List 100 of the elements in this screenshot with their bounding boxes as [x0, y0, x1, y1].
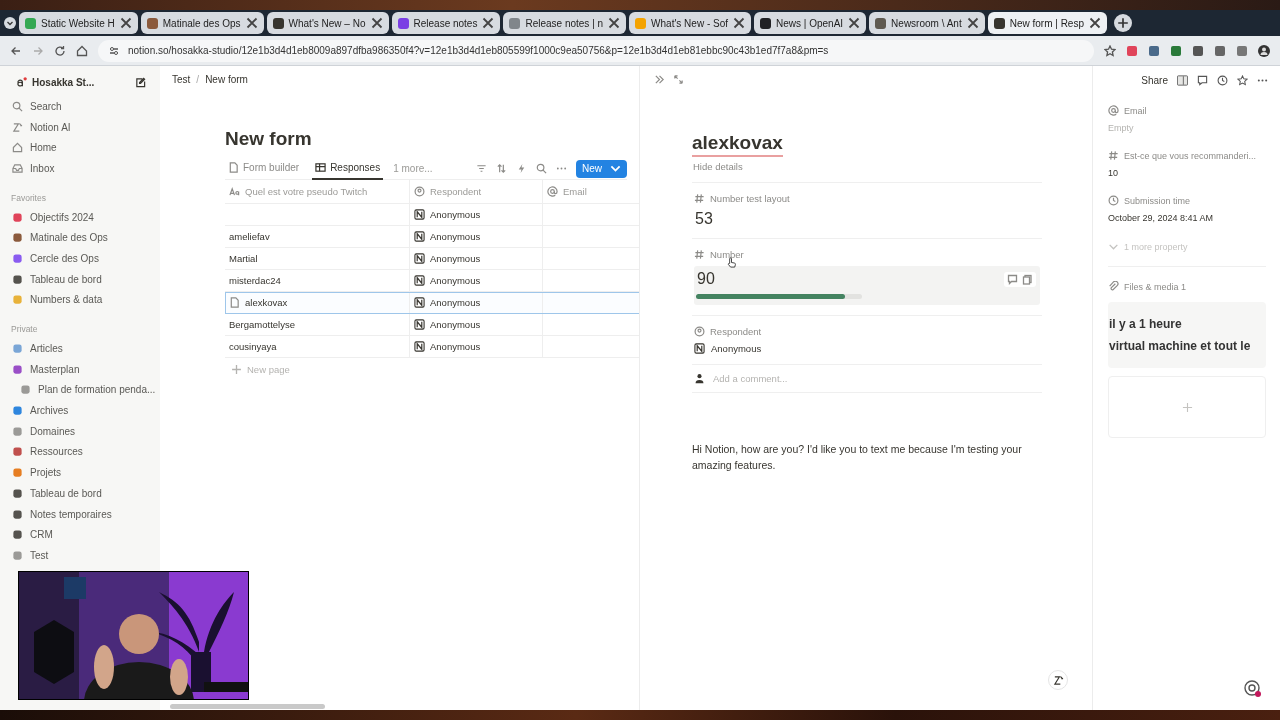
tab-title: New form | Resp [1009, 17, 1084, 29]
sidebar-item[interactable]: Masterplan [0, 358, 160, 380]
back-icon[interactable] [10, 44, 22, 57]
lightning-icon[interactable] [516, 163, 527, 174]
notion-logo-icon [414, 297, 425, 308]
browser-tab[interactable]: New form | Resp [987, 12, 1107, 34]
browser-tab[interactable]: Release notes | n [503, 12, 627, 34]
reload-icon[interactable] [54, 44, 66, 57]
cell-text: Martial [229, 253, 258, 264]
sidebar-item[interactable]: Projets [0, 462, 160, 483]
tab-list-icon[interactable] [4, 17, 16, 29]
breadcrumb-link[interactable]: New form [205, 74, 248, 85]
extension-icon[interactable] [1170, 44, 1182, 57]
browser-tab[interactable]: Release notes [391, 12, 501, 34]
sidebar-item[interactable]: Search [0, 96, 160, 117]
extension-icon[interactable] [1214, 44, 1226, 57]
sidebar-item[interactable]: Home [0, 137, 160, 159]
sidebar-item[interactable]: Notes temporaires [0, 503, 160, 525]
close-icon[interactable] [733, 17, 746, 29]
property-value[interactable]: 10 [1108, 168, 1280, 178]
file-thumbnail[interactable]: il y a 1 heure virtual machine et tout le [1108, 302, 1266, 368]
sidebar-item[interactable]: Plan de formation penda... [0, 379, 160, 401]
property-label: Submission time [1124, 195, 1191, 206]
tab-title: Matinale des Ops [162, 17, 241, 29]
workspace-logo-icon [16, 76, 27, 88]
close-icon[interactable] [966, 17, 979, 29]
extension-icon[interactable] [1126, 44, 1138, 57]
collapse-icon[interactable] [654, 74, 665, 85]
tab-title: Static Website H [41, 17, 115, 29]
sidebar-item[interactable]: Tableau de bord [0, 483, 160, 504]
close-icon[interactable] [482, 17, 495, 29]
close-icon[interactable] [119, 17, 132, 29]
browser-tab[interactable]: Matinale des Ops [140, 12, 264, 34]
notion-logo-icon [414, 319, 425, 330]
assistant-icon[interactable] [1242, 678, 1262, 698]
extension-icon[interactable] [1236, 44, 1248, 57]
side-peek-icon[interactable] [1177, 74, 1188, 86]
extension-icon[interactable] [1148, 44, 1160, 57]
copy-icon[interactable] [1022, 274, 1033, 285]
sort-icon[interactable] [496, 163, 507, 174]
hide-details-link[interactable]: Hide details [692, 161, 1042, 172]
sidebar-item[interactable]: Tableau de bord [0, 268, 160, 290]
filter-icon[interactable] [476, 163, 487, 174]
selected-row[interactable]: alexkovax Anonymous [225, 292, 639, 314]
extension-icon[interactable] [1192, 44, 1204, 57]
close-icon[interactable] [370, 17, 383, 29]
chevron-down-icon [610, 163, 621, 174]
new-page-icon[interactable] [135, 76, 146, 88]
close-icon[interactable] [1089, 17, 1101, 29]
text-property-icon [229, 186, 240, 197]
new-button[interactable]: New [576, 159, 627, 178]
sidebar-item[interactable]: Cercle des Ops [0, 248, 160, 269]
sidebar-item[interactable]: Notion AI [0, 116, 160, 138]
history-icon[interactable] [1217, 74, 1228, 86]
share-button[interactable]: Share [1141, 74, 1168, 86]
scrollbar[interactable] [170, 704, 325, 709]
sidebar-item[interactable]: Test [0, 545, 160, 566]
page-title: New form [225, 128, 313, 150]
sidebar-item[interactable]: Archives [0, 400, 160, 421]
site-settings-icon [108, 44, 120, 57]
profile-avatar-icon[interactable] [1258, 44, 1270, 57]
property-value[interactable]: October 29, 2024 8:41 AM [1108, 213, 1280, 223]
expand-icon[interactable] [673, 74, 684, 85]
sidebar-item[interactable]: Articles [0, 338, 160, 359]
property-label: Respondent [710, 326, 762, 337]
bookmark-star-icon[interactable] [1104, 44, 1116, 57]
browser-tab[interactable]: What's New - Sof [629, 12, 752, 34]
property-value: Anonymous [711, 343, 762, 354]
address-bar[interactable]: notion.so/hosakka-studio/12e1b3d4d1eb8009a897dfba986350f4?v=12e1b3d4d1eb805599f1000c9ea50756&p=12e1b3d4d1eb81ebbc90c43b1ed7f7a8&pm=s [98, 39, 1094, 62]
close-icon[interactable] [848, 17, 861, 29]
close-icon[interactable] [608, 17, 621, 29]
sidebar-item[interactable]: Ressources [0, 441, 160, 463]
search-icon[interactable] [536, 163, 547, 174]
sidebar-item[interactable]: Objectifs 2024 [0, 206, 160, 228]
browser-tab[interactable]: News | OpenAI [754, 12, 867, 34]
cell-text: alexkovax [245, 297, 288, 308]
browser-tab[interactable]: Static Website H [19, 12, 138, 34]
property-field[interactable]: 90 [694, 266, 1040, 305]
workspace-name[interactable]: Hosakka St... [32, 76, 130, 88]
sidebar-item[interactable]: Domaines [0, 420, 160, 442]
record-title: alexkovax [692, 132, 783, 157]
comment-icon[interactable] [1007, 274, 1018, 285]
new-tab-button[interactable] [1114, 14, 1132, 32]
home-icon[interactable] [76, 44, 88, 57]
at-icon [547, 186, 558, 197]
view-tab[interactable]: Responses [312, 157, 384, 180]
user-avatar-icon [694, 373, 705, 384]
notion-ai-button[interactable] [1048, 670, 1068, 690]
sidebar-item[interactable]: Matinale des Ops [0, 227, 160, 249]
sidebar-item[interactable]: CRM [0, 524, 160, 546]
comment-icon[interactable] [1197, 74, 1208, 86]
browser-tab[interactable]: Newsroom \ Ant [869, 12, 985, 34]
close-icon[interactable] [245, 17, 258, 29]
sidebar-item[interactable]: Numbers & data [0, 289, 160, 311]
view-tab[interactable]: Form builder [225, 157, 303, 180]
breadcrumb-link[interactable]: Test [172, 74, 191, 85]
thumbnail-text: virtual machine et tout le [1109, 339, 1252, 353]
browser-tab[interactable]: What's New – No [266, 12, 389, 34]
sidebar-item[interactable]: Inbox [0, 158, 160, 179]
star-icon[interactable] [1237, 74, 1248, 86]
